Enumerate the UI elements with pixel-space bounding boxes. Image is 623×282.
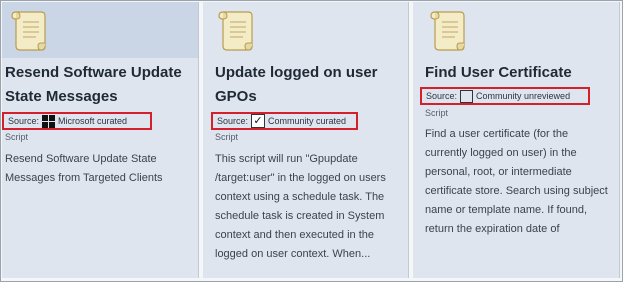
checkmark-box-icon: ✓ — [251, 114, 266, 128]
source-value: Community unreviewed — [476, 91, 571, 101]
source-indicator: Source: Microsoft curated — [2, 112, 152, 130]
card-type: Script — [425, 108, 449, 118]
script-card-find-user-certificate[interactable]: Find User Certificate Source: Community … — [413, 2, 620, 278]
source-value: Microsoft curated — [58, 116, 128, 126]
card-title: Find User Certificate — [425, 64, 572, 81]
scroll-icon — [430, 11, 465, 51]
card-description: Resend Software Update State Messages fr… — [5, 153, 163, 184]
script-card-update-user-gpos[interactable]: Update logged on user GPOs Source: ✓ Com… — [203, 2, 409, 278]
source-indicator: Source: ✓ Community curated — [211, 112, 358, 130]
source-prefix: Source: — [426, 91, 458, 101]
source-indicator: Source: Community unreviewed — [420, 87, 590, 105]
scroll-icon — [218, 11, 253, 51]
card-type: Script — [5, 132, 29, 142]
card-title: Resend Software Update State Messages — [5, 64, 182, 105]
script-card-resend-software-update[interactable]: Resend Software Update State Messages So… — [2, 2, 199, 278]
card-title: Update logged on user GPOs — [215, 64, 378, 105]
scroll-icon — [11, 11, 46, 51]
source-value: Community curated — [268, 116, 347, 126]
card-type: Script — [215, 132, 239, 142]
card-description: This script will run "Gpupdate /target:u… — [215, 153, 386, 260]
card-description: Find a user certificate (for the current… — [425, 128, 608, 235]
source-prefix: Source: — [217, 116, 249, 126]
empty-box-icon — [460, 89, 474, 103]
microsoft-logo-icon — [42, 114, 56, 128]
source-prefix: Source: — [8, 116, 40, 126]
